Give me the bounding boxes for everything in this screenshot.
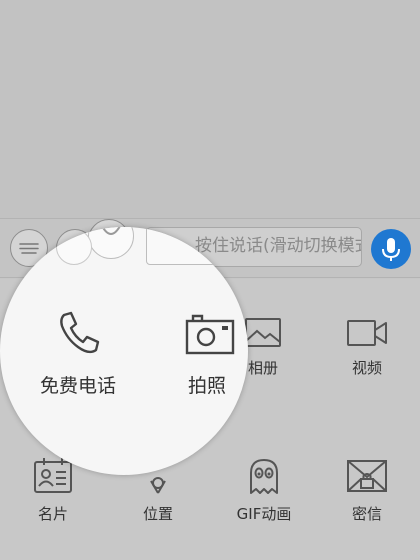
panel-item-label: 免费电话 bbox=[40, 375, 117, 397]
panel-item-label: 视频 bbox=[351, 359, 382, 377]
panel-item-free-call[interactable]: 免费电话 bbox=[30, 309, 134, 399]
phone-icon bbox=[60, 311, 100, 354]
panel-item-video[interactable]: 视频 bbox=[332, 317, 402, 378]
microphone-icon bbox=[382, 238, 400, 261]
panel-item-contact-card[interactable]: 名片 bbox=[18, 457, 88, 524]
microphone-button[interactable] bbox=[371, 229, 411, 269]
panel-item-gif[interactable]: GIF动画 bbox=[224, 457, 304, 524]
panel-item-label: 密信 bbox=[351, 505, 382, 523]
lens-sticker-button-fragment bbox=[56, 229, 92, 265]
panel-item-secret-message[interactable]: 密信 bbox=[332, 457, 402, 524]
contact-card-icon bbox=[34, 458, 72, 493]
panel-item-label: GIF动画 bbox=[236, 505, 292, 523]
chat-area bbox=[0, 0, 420, 218]
smiley-icon bbox=[101, 227, 121, 235]
panel-item-label: 名片 bbox=[37, 505, 68, 523]
lens-text-field-fragment bbox=[146, 227, 248, 265]
lens-emoji-button-fragment bbox=[88, 227, 134, 259]
panel-item-label: 拍照 bbox=[188, 375, 227, 397]
magnifier-lens: 免费电话 拍照 bbox=[0, 227, 248, 475]
panel-item-camera[interactable]: 拍照 bbox=[176, 309, 248, 399]
video-camera-icon bbox=[347, 320, 387, 346]
locked-envelope-icon bbox=[347, 460, 387, 492]
camera-icon bbox=[185, 314, 235, 355]
picture-icon bbox=[245, 318, 281, 347]
ghost-icon bbox=[250, 459, 278, 494]
panel-item-label: 位置 bbox=[142, 505, 173, 523]
